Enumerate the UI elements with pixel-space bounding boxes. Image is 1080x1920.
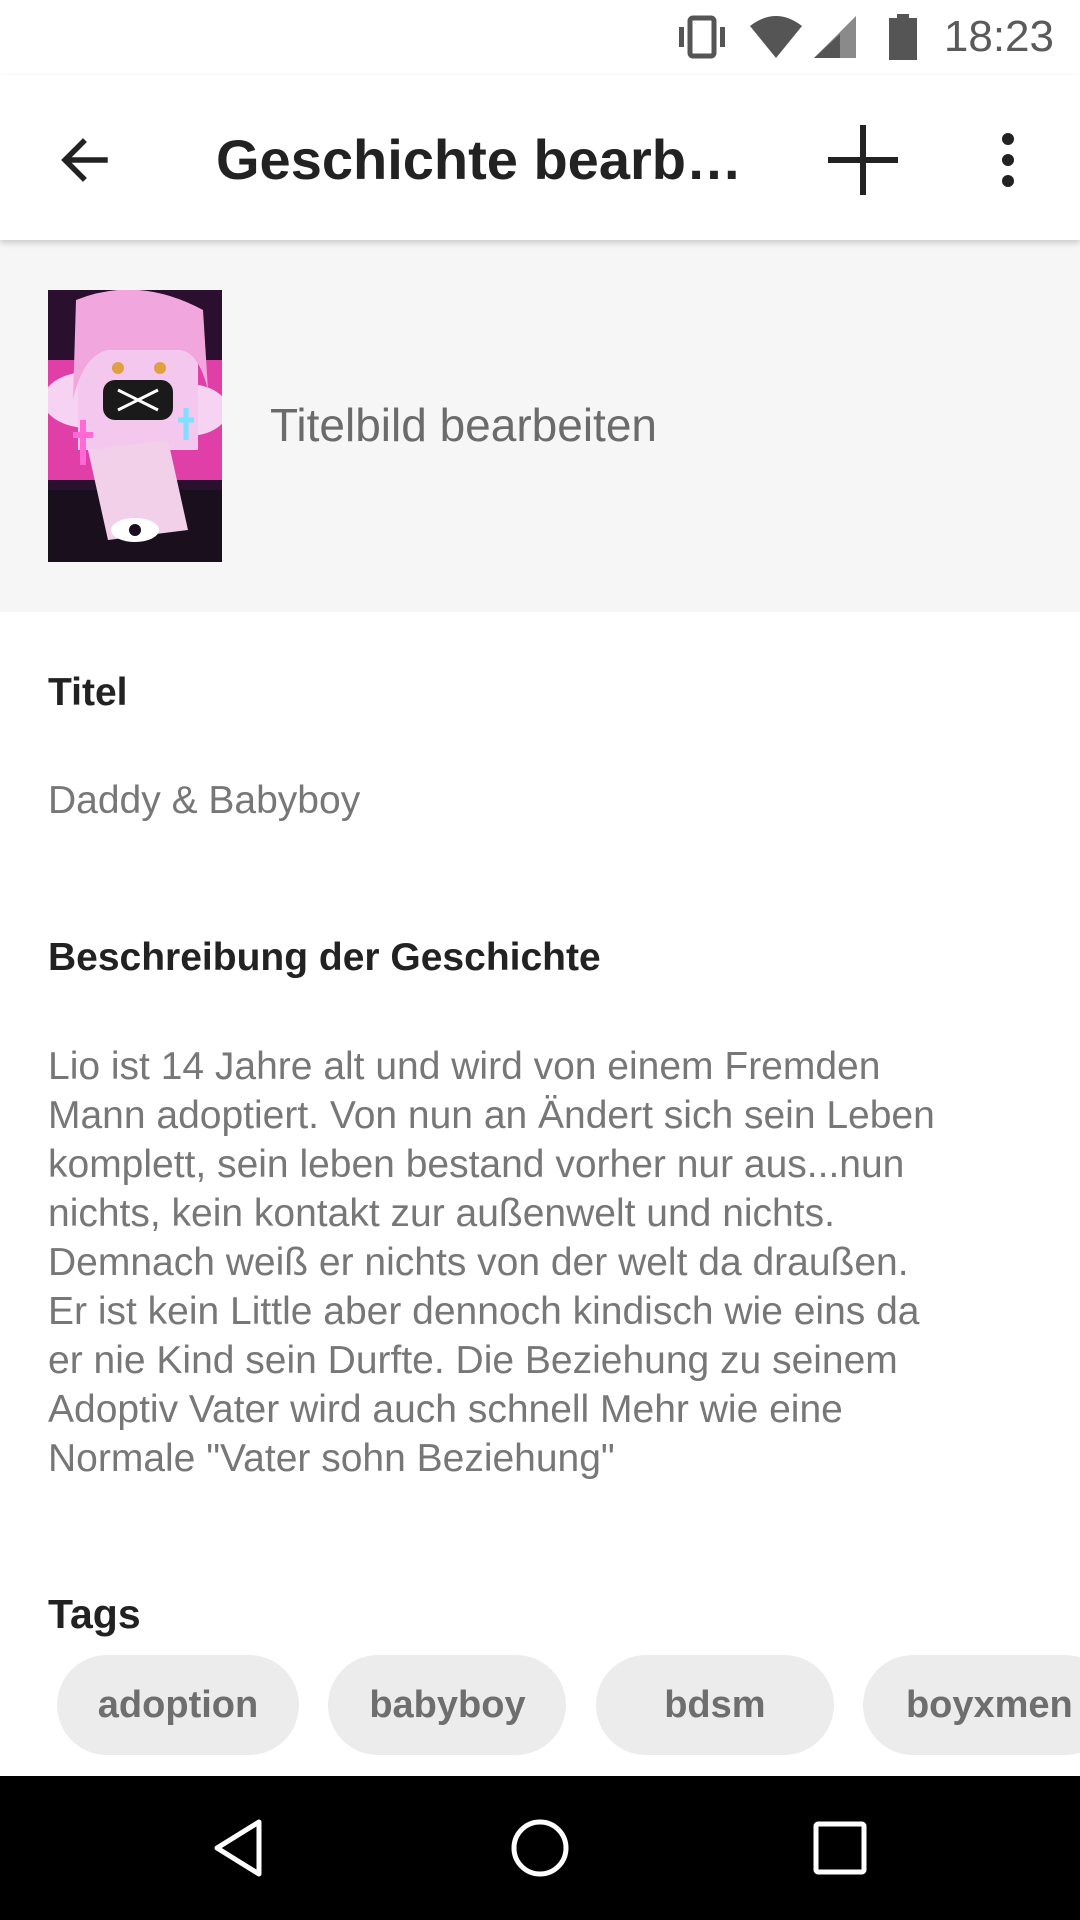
description-line: Normale "Vater sohn Beziehung" <box>48 1437 615 1480</box>
edit-cover-label[interactable]: Titelbild bearbeiten <box>270 395 657 455</box>
system-navigation-bar <box>0 1776 1080 1920</box>
battery-icon <box>889 14 917 60</box>
cover-image-section[interactable]: Titelbild bearbeiten <box>0 240 1080 612</box>
back-button[interactable] <box>40 115 130 205</box>
plus-icon <box>828 125 898 195</box>
title-field-value[interactable]: Daddy & Babyboy <box>48 777 360 825</box>
arrow-back-icon <box>61 138 108 182</box>
more-options-button[interactable] <box>963 115 1053 205</box>
tag-chip-boyxmen[interactable]: boyxmen <box>863 1655 1080 1755</box>
tag-chip-bdsm[interactable]: bdsm <box>595 1655 834 1755</box>
cover-image-thumbnail[interactable] <box>48 290 222 562</box>
nav-home-icon <box>511 1819 569 1877</box>
description-line: Adoptiv Vater wird auch schnell Mehr wie… <box>48 1388 843 1431</box>
cover-artwork <box>48 290 222 562</box>
description-line: komplett, sein leben bestand vorher nur … <box>48 1143 905 1186</box>
edit-story-screen: 18:23 Geschichte bearbe… Titelbild bearb… <box>0 0 1080 1920</box>
nav-recents-button[interactable] <box>790 1798 890 1898</box>
status-time: 18:23 <box>943 12 1054 61</box>
cellular-signal-icon <box>814 16 856 58</box>
title-field-label: Titel <box>48 671 128 714</box>
vibrate-icon <box>679 15 725 59</box>
status-bar: 18:23 <box>0 0 1080 75</box>
nav-recents-icon <box>813 1821 867 1875</box>
nav-back-button[interactable] <box>191 1798 291 1898</box>
description-field-value[interactable]: Lio ist 14 Jahre alt und wird von einem … <box>48 1042 1008 1483</box>
page-title: Geschichte bearbe… <box>216 128 761 191</box>
tag-chip-babyboy[interactable]: babyboy <box>328 1655 567 1755</box>
app-bar: Geschichte bearbe… <box>0 75 1080 240</box>
description-line: Mann adoptiert. Von nun an Ändert sich s… <box>48 1094 935 1137</box>
wifi-icon <box>750 16 802 58</box>
description-line: Er ist kein Little aber dennoch kindisch… <box>48 1290 920 1333</box>
tags-label: Tags <box>48 1591 141 1637</box>
description-field-label: Beschreibung der Geschichte <box>48 936 601 979</box>
description-line: er nie Kind sein Durfte. Die Beziehung z… <box>48 1339 898 1382</box>
add-button[interactable] <box>818 115 908 205</box>
description-line: nichts, kein kontakt zur außenwelt und n… <box>48 1192 835 1235</box>
tag-chip-adoption[interactable]: adoption <box>57 1655 299 1755</box>
description-line: Demnach weiß er nichts von der welt da d… <box>48 1241 909 1284</box>
tags-row: adoption babyboy bdsm boyxmen <box>57 1655 1080 1757</box>
description-line: Lio ist 14 Jahre alt und wird von einem … <box>48 1045 881 1088</box>
more-vert-icon <box>1002 133 1014 187</box>
nav-back-icon <box>214 1819 262 1877</box>
nav-home-button[interactable] <box>490 1798 590 1898</box>
